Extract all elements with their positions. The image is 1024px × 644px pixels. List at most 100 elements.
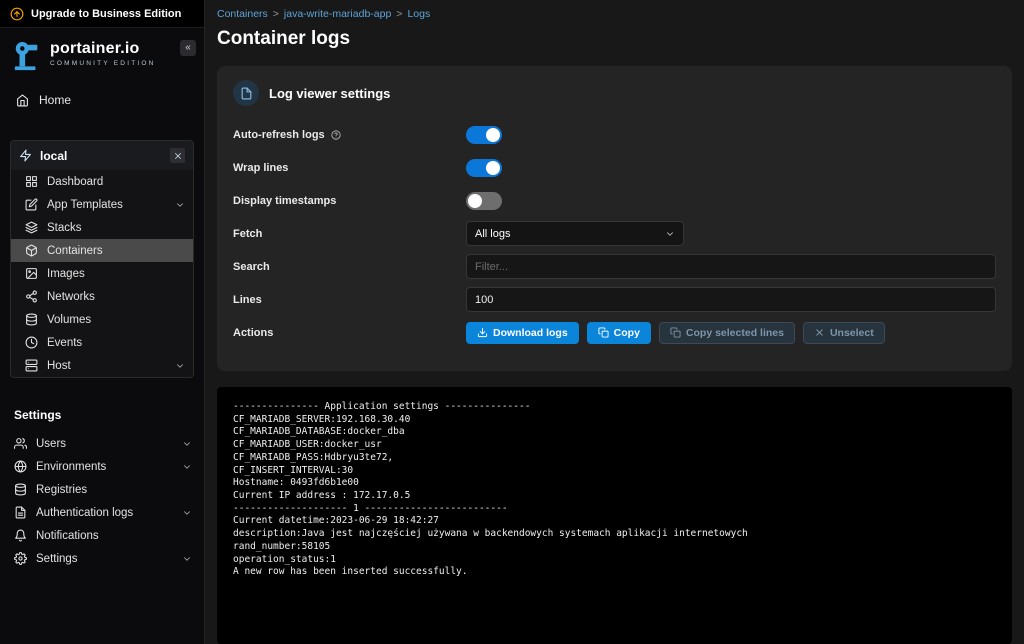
log-line[interactable]: CF_MARIADB_SERVER:192.168.30.40 (233, 414, 996, 427)
edit-icon (25, 198, 38, 211)
sidebar-item-settings[interactable]: Settings (0, 547, 204, 570)
sidebar-item-label: Users (36, 438, 66, 450)
log-line[interactable]: CF_MARIADB_PASS:Hdbryu3te72, (233, 452, 996, 465)
sidebar-item-label: Networks (47, 291, 95, 303)
fetch-label: Fetch (233, 228, 466, 240)
sidebar-item-containers[interactable]: Containers (11, 239, 193, 262)
log-line[interactable]: Current datetime:2023-06-29 18:42:27 (233, 515, 996, 528)
wrap-lines-row: Wrap lines (233, 155, 996, 180)
sidebar-item-label: Host (47, 360, 71, 372)
settings-section-header: Settings (0, 408, 204, 422)
auto-refresh-toggle[interactable] (466, 126, 502, 144)
copy-icon (598, 327, 609, 338)
sidebar-item-events[interactable]: Events (11, 331, 193, 354)
panel-title: Log viewer settings (269, 86, 390, 101)
auto-refresh-label: Auto-refresh logs (233, 129, 466, 141)
sidebar-item-dashboard[interactable]: Dashboard (11, 170, 193, 193)
arrow-up-circle-icon (10, 7, 24, 21)
auto-refresh-row: Auto-refresh logs (233, 122, 996, 147)
breadcrumb-container-name[interactable]: java-write-mariadb-app (284, 8, 391, 20)
sidebar-item-networks[interactable]: Networks (11, 285, 193, 308)
sidebar-item-registries[interactable]: Registries (0, 478, 204, 501)
breadcrumb-separator: > (396, 8, 402, 20)
sidebar-item-images[interactable]: Images (11, 262, 193, 285)
brand: portainer.io COMMUNITY EDITION « (0, 28, 204, 76)
log-console: --------------- Application settings ---… (217, 387, 1012, 644)
upgrade-banner[interactable]: Upgrade to Business Edition (0, 0, 204, 28)
log-line[interactable]: A new row has been inserted successfully… (233, 566, 996, 579)
wrap-lines-toggle[interactable] (466, 159, 502, 177)
fetch-selected-value: All logs (475, 228, 510, 240)
environment-close-button[interactable] (170, 148, 185, 163)
home-icon (16, 94, 29, 107)
gear-icon (14, 552, 27, 565)
log-line[interactable]: Hostname: 0493fd6b1e00 (233, 477, 996, 490)
timestamps-label: Display timestamps (233, 195, 466, 207)
fetch-row: Fetch All logs (233, 221, 996, 246)
log-line[interactable]: CF_INSERT_INTERVAL:30 (233, 465, 996, 478)
image-icon (25, 267, 38, 280)
download-logs-button[interactable]: Download logs (466, 322, 579, 344)
layers-icon (25, 221, 38, 234)
file-text-icon (14, 506, 27, 519)
sidebar-item-label: Registries (36, 484, 87, 496)
brand-name: portainer.io (50, 40, 156, 58)
search-row: Search (233, 254, 996, 279)
log-line[interactable]: CF_MARIADB_DATABASE:docker_dba (233, 426, 996, 439)
log-line[interactable]: Current IP address : 172.17.0.5 (233, 490, 996, 503)
sidebar-item-label: App Templates (47, 199, 123, 211)
search-input[interactable] (466, 254, 996, 279)
chevron-down-icon (175, 200, 185, 210)
chevron-down-icon (182, 462, 192, 472)
sidebar-item-label: Environments (36, 461, 106, 473)
copy-selected-lines-button[interactable]: Copy selected lines (659, 322, 795, 344)
timestamps-row: Display timestamps (233, 188, 996, 213)
sidebar-item-host[interactable]: Host (11, 354, 193, 377)
environment-header[interactable]: local (11, 141, 193, 170)
lines-row: Lines (233, 287, 996, 312)
brand-edition: COMMUNITY EDITION (50, 60, 156, 67)
log-line[interactable]: operation_status:1 (233, 554, 996, 567)
sidebar-item-authentication-logs[interactable]: Authentication logs (0, 501, 204, 524)
sidebar-item-app-templates[interactable]: App Templates (11, 193, 193, 216)
breadcrumb-separator: > (273, 8, 279, 20)
sidebar-item-label: Images (47, 268, 85, 280)
sidebar-item-label: Stacks (47, 222, 82, 234)
sidebar-collapse-button[interactable]: « (180, 40, 196, 56)
copy-button[interactable]: Copy (587, 322, 651, 344)
lines-input[interactable] (466, 287, 996, 312)
sidebar-item-label: Notifications (36, 530, 99, 542)
help-circle-icon[interactable] (331, 130, 341, 140)
sidebar-item-volumes[interactable]: Volumes (11, 308, 193, 331)
unselect-button[interactable]: Unselect (803, 322, 885, 344)
grid-icon (25, 175, 38, 188)
environment-name: local (40, 149, 67, 163)
download-icon (477, 327, 488, 338)
page-title: Container logs (217, 28, 1012, 50)
lines-label: Lines (233, 294, 466, 306)
timestamps-toggle[interactable] (466, 192, 502, 210)
log-line[interactable]: --------------- Application settings ---… (233, 401, 996, 414)
close-icon (173, 151, 183, 161)
sidebar-item-home[interactable]: Home (0, 86, 204, 114)
breadcrumb-containers[interactable]: Containers (217, 8, 268, 20)
fetch-select[interactable]: All logs (466, 221, 684, 246)
sidebar-item-label: Settings (36, 553, 78, 565)
breadcrumb-logs[interactable]: Logs (407, 8, 430, 20)
sidebar-item-users[interactable]: Users (0, 432, 204, 455)
sidebar-item-label: Dashboard (47, 176, 103, 188)
sidebar-item-notifications[interactable]: Notifications (0, 524, 204, 547)
close-icon (814, 327, 825, 338)
log-line[interactable]: -------------------- 1 -----------------… (233, 503, 996, 516)
bell-icon (14, 529, 27, 542)
environment-panel: local Dashboard App Templates Stacks Con… (10, 140, 194, 378)
settings-nav: Users Environments Registries Authentica… (0, 432, 204, 570)
sidebar-item-stacks[interactable]: Stacks (11, 216, 193, 239)
copy-icon (670, 327, 681, 338)
sidebar-item-environments[interactable]: Environments (0, 455, 204, 478)
log-line[interactable]: rand_number:58105 (233, 541, 996, 554)
wrap-lines-label: Wrap lines (233, 162, 466, 174)
log-line[interactable]: CF_MARIADB_USER:docker_usr (233, 439, 996, 452)
log-line[interactable]: description:Java jest najczęściej używan… (233, 528, 996, 541)
breadcrumb: Containers > java-write-mariadb-app > Logs (217, 0, 1012, 20)
